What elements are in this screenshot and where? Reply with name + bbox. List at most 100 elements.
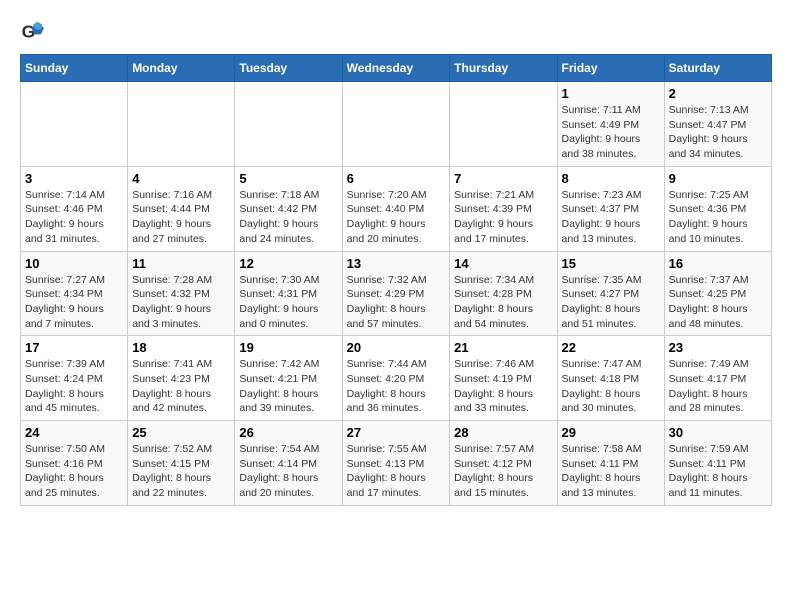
- calendar-cell: 5Sunrise: 7:18 AM Sunset: 4:42 PM Daylig…: [235, 166, 342, 251]
- calendar-cell: [128, 82, 235, 167]
- calendar-cell: 28 Sunrise: 7:57 AM Sunset: 4:12 PM Dayli…: [450, 421, 557, 506]
- day-info: Sunrise: 7:41 AM Sunset: 4:23 PM Dayligh…: [132, 357, 230, 416]
- calendar-cell: 17 Sunrise: 7:39 AM Sunset: 4:24 PM Dayli…: [21, 336, 128, 421]
- day-number: 9: [669, 171, 767, 186]
- weekday-header-wednesday: Wednesday: [342, 55, 450, 82]
- day-info: Sunrise: 7:44 AM Sunset: 4:20 PM Dayligh…: [347, 357, 446, 416]
- calendar-cell: 10 Sunrise: 7:27 AM Sunset: 4:34 PM Dayli…: [21, 251, 128, 336]
- day-number: 12: [239, 256, 337, 271]
- week-row-1: 1Sunrise: 7:11 AM Sunset: 4:49 PM Daylig…: [21, 82, 772, 167]
- day-number: 13: [347, 256, 446, 271]
- day-number: 14: [454, 256, 552, 271]
- calendar-cell: 12 Sunrise: 7:30 AM Sunset: 4:31 PM Dayli…: [235, 251, 342, 336]
- day-info: Sunrise: 7:57 AM Sunset: 4:12 PM Dayligh…: [454, 442, 552, 501]
- page-header: G: [20, 20, 772, 44]
- week-row-4: 17 Sunrise: 7:39 AM Sunset: 4:24 PM Dayli…: [21, 336, 772, 421]
- day-number: 4: [132, 171, 230, 186]
- calendar-cell: 9 Sunrise: 7:25 AM Sunset: 4:36 PM Daylig…: [664, 166, 771, 251]
- day-number: 6: [347, 171, 446, 186]
- day-number: 7: [454, 171, 552, 186]
- calendar-cell: 29Sunrise: 7:58 AM Sunset: 4:11 PM Dayli…: [557, 421, 664, 506]
- day-info: Sunrise: 7:55 AM Sunset: 4:13 PM Dayligh…: [347, 442, 446, 501]
- day-number: 19: [239, 340, 337, 355]
- day-info: Sunrise: 7:14 AM Sunset: 4:46 PM Dayligh…: [25, 188, 123, 247]
- day-info: Sunrise: 7:50 AM Sunset: 4:16 PM Dayligh…: [25, 442, 123, 501]
- weekday-header-sunday: Sunday: [21, 55, 128, 82]
- calendar-cell: 21 Sunrise: 7:46 AM Sunset: 4:19 PM Dayli…: [450, 336, 557, 421]
- calendar-cell: [235, 82, 342, 167]
- calendar-cell: 30 Sunrise: 7:59 AM Sunset: 4:11 PM Dayli…: [664, 421, 771, 506]
- calendar-cell: 19Sunrise: 7:42 AM Sunset: 4:21 PM Dayli…: [235, 336, 342, 421]
- day-info: Sunrise: 7:30 AM Sunset: 4:31 PM Dayligh…: [239, 273, 337, 332]
- calendar-cell: [21, 82, 128, 167]
- day-number: 16: [669, 256, 767, 271]
- logo-icon: G: [20, 20, 44, 44]
- calendar-cell: 20 Sunrise: 7:44 AM Sunset: 4:20 PM Dayli…: [342, 336, 450, 421]
- weekday-header-thursday: Thursday: [450, 55, 557, 82]
- weekday-header-monday: Monday: [128, 55, 235, 82]
- calendar-cell: 7 Sunrise: 7:21 AM Sunset: 4:39 PM Daylig…: [450, 166, 557, 251]
- day-info: Sunrise: 7:37 AM Sunset: 4:25 PM Dayligh…: [669, 273, 767, 332]
- day-info: Sunrise: 7:35 AM Sunset: 4:27 PM Dayligh…: [562, 273, 660, 332]
- day-number: 18: [132, 340, 230, 355]
- day-info: Sunrise: 7:27 AM Sunset: 4:34 PM Dayligh…: [25, 273, 123, 332]
- day-info: Sunrise: 7:47 AM Sunset: 4:18 PM Dayligh…: [562, 357, 660, 416]
- day-info: Sunrise: 7:59 AM Sunset: 4:11 PM Dayligh…: [669, 442, 767, 501]
- calendar-cell: 18 Sunrise: 7:41 AM Sunset: 4:23 PM Dayli…: [128, 336, 235, 421]
- day-number: 28: [454, 425, 552, 440]
- day-number: 5: [239, 171, 337, 186]
- day-info: Sunrise: 7:28 AM Sunset: 4:32 PM Dayligh…: [132, 273, 230, 332]
- day-info: Sunrise: 7:32 AM Sunset: 4:29 PM Dayligh…: [347, 273, 446, 332]
- calendar-cell: 3 Sunrise: 7:14 AM Sunset: 4:46 PM Daylig…: [21, 166, 128, 251]
- day-number: 2: [669, 86, 767, 101]
- calendar-cell: 22 Sunrise: 7:47 AM Sunset: 4:18 PM Dayli…: [557, 336, 664, 421]
- day-number: 22: [562, 340, 660, 355]
- day-info: Sunrise: 7:21 AM Sunset: 4:39 PM Dayligh…: [454, 188, 552, 247]
- calendar-cell: [342, 82, 450, 167]
- calendar-cell: 14 Sunrise: 7:34 AM Sunset: 4:28 PM Dayli…: [450, 251, 557, 336]
- day-info: Sunrise: 7:54 AM Sunset: 4:14 PM Dayligh…: [239, 442, 337, 501]
- calendar-cell: 15 Sunrise: 7:35 AM Sunset: 4:27 PM Dayli…: [557, 251, 664, 336]
- day-info: Sunrise: 7:46 AM Sunset: 4:19 PM Dayligh…: [454, 357, 552, 416]
- day-number: 29: [562, 425, 660, 440]
- day-number: 15: [562, 256, 660, 271]
- week-row-2: 3 Sunrise: 7:14 AM Sunset: 4:46 PM Daylig…: [21, 166, 772, 251]
- day-info: Sunrise: 7:52 AM Sunset: 4:15 PM Dayligh…: [132, 442, 230, 501]
- day-number: 27: [347, 425, 446, 440]
- weekday-header-saturday: Saturday: [664, 55, 771, 82]
- day-info: Sunrise: 7:39 AM Sunset: 4:24 PM Dayligh…: [25, 357, 123, 416]
- calendar-cell: 13 Sunrise: 7:32 AM Sunset: 4:29 PM Dayli…: [342, 251, 450, 336]
- logo: G: [20, 20, 48, 44]
- week-row-5: 24 Sunrise: 7:50 AM Sunset: 4:16 PM Dayli…: [21, 421, 772, 506]
- calendar-cell: 6Sunrise: 7:20 AM Sunset: 4:40 PM Daylig…: [342, 166, 450, 251]
- calendar-table: SundayMondayTuesdayWednesdayThursdayFrid…: [20, 54, 772, 506]
- calendar-cell: 4 Sunrise: 7:16 AM Sunset: 4:44 PM Daylig…: [128, 166, 235, 251]
- day-info: Sunrise: 7:25 AM Sunset: 4:36 PM Dayligh…: [669, 188, 767, 247]
- day-number: 11: [132, 256, 230, 271]
- day-info: Sunrise: 7:16 AM Sunset: 4:44 PM Dayligh…: [132, 188, 230, 247]
- day-number: 25: [132, 425, 230, 440]
- calendar-cell: 26 Sunrise: 7:54 AM Sunset: 4:14 PM Dayli…: [235, 421, 342, 506]
- calendar-cell: 24 Sunrise: 7:50 AM Sunset: 4:16 PM Dayli…: [21, 421, 128, 506]
- day-info: Sunrise: 7:49 AM Sunset: 4:17 PM Dayligh…: [669, 357, 767, 416]
- day-number: 8: [562, 171, 660, 186]
- day-number: 24: [25, 425, 123, 440]
- day-info: Sunrise: 7:23 AM Sunset: 4:37 PM Dayligh…: [562, 188, 660, 247]
- weekday-header-row: SundayMondayTuesdayWednesdayThursdayFrid…: [21, 55, 772, 82]
- calendar-cell: 2 Sunrise: 7:13 AM Sunset: 4:47 PM Daylig…: [664, 82, 771, 167]
- day-number: 30: [669, 425, 767, 440]
- day-number: 3: [25, 171, 123, 186]
- weekday-header-tuesday: Tuesday: [235, 55, 342, 82]
- day-number: 21: [454, 340, 552, 355]
- day-info: Sunrise: 7:11 AM Sunset: 4:49 PM Dayligh…: [562, 103, 660, 162]
- calendar-cell: 23 Sunrise: 7:49 AM Sunset: 4:17 PM Dayli…: [664, 336, 771, 421]
- day-info: Sunrise: 7:34 AM Sunset: 4:28 PM Dayligh…: [454, 273, 552, 332]
- day-number: 10: [25, 256, 123, 271]
- day-number: 17: [25, 340, 123, 355]
- day-info: Sunrise: 7:13 AM Sunset: 4:47 PM Dayligh…: [669, 103, 767, 162]
- day-number: 26: [239, 425, 337, 440]
- calendar-cell: 16 Sunrise: 7:37 AM Sunset: 4:25 PM Dayli…: [664, 251, 771, 336]
- day-number: 20: [347, 340, 446, 355]
- day-number: 23: [669, 340, 767, 355]
- calendar-cell: 8 Sunrise: 7:23 AM Sunset: 4:37 PM Daylig…: [557, 166, 664, 251]
